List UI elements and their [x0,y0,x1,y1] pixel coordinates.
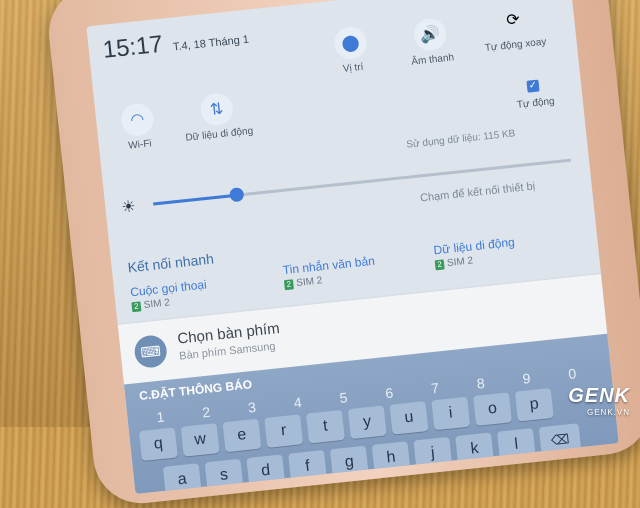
quick-item-mobile-data[interactable]: Dữ liệu di động 2 SIM 2 [433,235,517,271]
phone-screen: 15:17 T.4, 18 Tháng 1 ⬤ Vị trí 🔊 Âm than… [86,0,619,494]
number-hint: 9 [521,370,532,387]
key-o[interactable]: o [473,392,513,426]
number-hint: 8 [476,374,486,392]
location-toggle[interactable]: ⬤ Vị trí [314,23,389,78]
clock: 15:17 [101,30,165,64]
sound-label: Âm thanh [410,52,455,68]
wifi-label: Wi-Fi [127,138,153,152]
location-icon: ⬤ [332,25,369,61]
key-i[interactable]: i [431,396,471,431]
auto-brightness-label: Tự động [516,95,556,111]
key-e[interactable]: e [222,418,262,453]
mobile-data-icon: ⇅ [199,91,235,127]
rotate-icon: ⟳ [505,11,521,30]
auto-rotate-label: Tự động xoay [484,36,547,54]
number-hint: 0 [567,365,577,382]
genk-watermark: GENK GENK.VN [568,385,630,417]
sim-badge-icon: 2 [434,259,445,271]
status-header: 15:17 T.4, 18 Tháng 1 [102,22,250,65]
watermark-url: GENK.VN [586,408,630,417]
number-hint: 3 [247,398,257,416]
number-hint: 1 [155,408,166,426]
brightness-icon: ☀ [120,198,137,217]
wifi-icon: ◠ [119,102,155,138]
location-label: Vị trí [342,61,364,75]
quick-item-text-message[interactable]: Tin nhắn văn bản 2 SIM 2 [282,254,377,291]
key-u[interactable]: u [389,401,429,435]
number-hint: 6 [384,384,394,402]
watermark-logo: GENK [568,385,630,407]
volume-icon: 🔊 [412,17,448,53]
sound-toggle[interactable]: 🔊 Âm thanh [394,15,469,70]
data-usage-text: Sử dụng dữ liệu: 115 KB [405,128,516,151]
number-hint: 2 [201,403,211,421]
sim-badge-icon: 2 [131,301,142,313]
brightness-slider-fill [153,193,237,206]
smartphone: 15:17 T.4, 18 Tháng 1 ⬤ Vị trí 🔊 Âm than… [44,0,640,508]
quick-item-voice-call[interactable]: Cuộc gọi thoại 2 SIM 2 [130,277,209,313]
date: T.4, 18 Tháng 1 [172,33,250,54]
number-hint: 7 [430,379,440,397]
auto-rotate-toggle[interactable]: ⟳ Tự động xoay [476,0,551,55]
key-w[interactable]: w [180,423,220,457]
key-q[interactable]: q [138,427,178,462]
auto-brightness-checkbox[interactable]: ✓ [526,79,540,93]
brightness-slider-thumb[interactable] [229,187,245,203]
key-r[interactable]: r [264,414,304,448]
quick-connect-title[interactable]: Kết nối nhanh [127,251,215,276]
number-hint: 5 [338,389,349,407]
notification-settings-button[interactable]: C.ĐẶT THÔNG BÁO [139,377,253,403]
wifi-toggle[interactable]: ◠ Wi-Fi [101,100,176,155]
mobile-data-toggle[interactable]: ⇅ Dữ liệu di động [180,90,255,145]
mobile-data-label: Dữ liệu di động [185,125,254,144]
keyboard-icon: ⌨ [133,333,169,370]
number-hint: 4 [293,394,303,411]
connect-device-hint[interactable]: Chạm để kết nối thiết bị [420,181,536,205]
sim-badge-icon: 2 [283,279,294,291]
key-y[interactable]: y [347,405,387,440]
key-p[interactable]: p [514,387,554,422]
